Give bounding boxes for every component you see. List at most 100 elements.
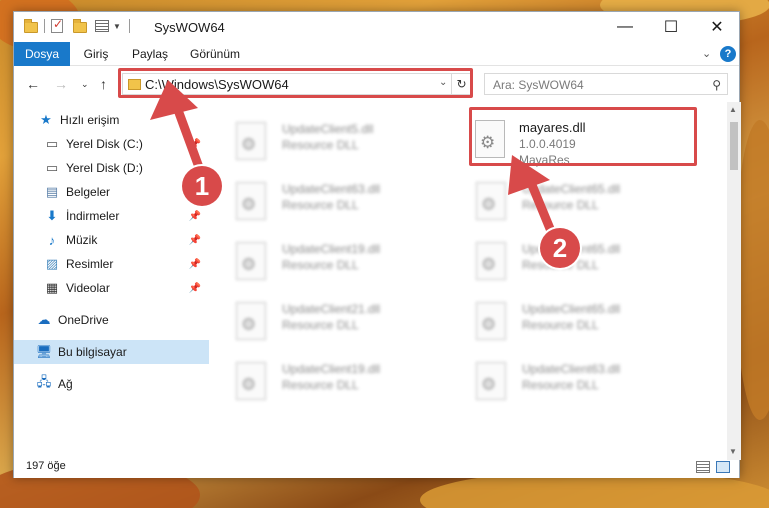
sidebar-item-label: Bu bilgisayar [58,345,127,359]
tiles-view-icon[interactable] [716,461,730,473]
forward-arrow-icon[interactable]: → [54,76,68,92]
folder-icon [24,18,38,33]
ribbon-tabs: Dosya Giriş Paylaş Görünüm ⌄ ? [14,42,739,66]
navigation-pane: ★ Hızlı erişim ▭ Yerel Disk (C:) 📌 ▭ Yer… [14,102,209,460]
videos-icon: ▦ [45,280,59,295]
sidebar-item-this-pc[interactable]: 🖥 Bu bilgisayar [14,340,209,364]
search-box[interactable]: Ara: SysWOW64 ⚲ [484,73,728,95]
address-bar[interactable]: C:\Windows\SysWOW64 ⌄ [122,73,452,95]
sidebar-item-label: Ağ [58,377,73,391]
sidebar-item-pictures[interactable]: ▨ Resimler 📌 [14,252,209,276]
pin-icon: 📌 [188,138,201,150]
file-item[interactable]: ⚙ UpdateClient63.dll Resource DLL [449,352,669,407]
properties-icon[interactable] [95,20,109,32]
properties-check-icon[interactable] [51,17,63,33]
address-dropdown-icon[interactable]: ⌄ [439,77,447,88]
file-item[interactable]: ⚙ UpdateClient21.dll Resource DLL [209,292,429,347]
sidebar-item-documents[interactable]: ▤ Belgeler [14,180,209,204]
drive-icon: ▭ [45,136,59,151]
file-item[interactable]: ⚙ UpdateClient5.dll Resource DLL [209,112,429,167]
details-view-icon[interactable] [696,461,710,473]
dll-file-icon: ⚙ [236,122,266,160]
sidebar-item-network[interactable]: 🖧 Ağ [14,372,209,396]
file-type: Resource DLL [282,138,359,152]
file-name: UpdateClient19.dll [282,242,381,256]
sidebar-item-label: Resimler [66,257,114,271]
folder-icon [128,79,141,90]
new-folder-icon[interactable] [73,18,87,33]
file-type: Resource DLL [282,318,359,332]
title-bar: ▼ SysWOW64 — ☐ ✕ [14,12,739,42]
file-type: Resource DLL [522,318,599,332]
vertical-scrollbar[interactable]: ▲ ▼ [727,102,741,460]
search-icon[interactable]: ⚲ [712,78,721,92]
tab-home[interactable]: Giriş [74,42,118,66]
cloud-icon: ☁ [37,312,51,327]
search-placeholder: Ara: SysWOW64 [493,78,584,92]
minimize-button[interactable]: — [602,12,648,42]
file-version: 1.0.0.4019 [519,137,576,151]
step-badge-2: 2 [540,228,580,268]
sidebar-item-label: Müzik [66,233,98,247]
file-item[interactable]: ⚙ UpdateClient19.dll Resource DLL [209,232,429,287]
drive-icon: ▭ [45,160,59,175]
sidebar-item-onedrive[interactable]: ☁ OneDrive [14,308,209,332]
pin-icon: 📌 [188,258,201,270]
dll-file-icon: ⚙ [475,120,505,158]
explorer-window: ▼ SysWOW64 — ☐ ✕ Dosya Giriş Paylaş Görü… [13,11,741,478]
status-bar: 197 öğe [14,460,739,478]
dll-file-icon: ⚙ [236,362,266,400]
step-badge-1: 1 [182,166,222,206]
file-name: UpdateClient5.dll [282,122,374,136]
address-text: C:\Windows\SysWOW64 [145,77,289,92]
pictures-icon: ▨ [45,256,59,271]
sidebar-item-label: İndirmeler [66,209,120,223]
file-item-mayares-dll[interactable]: ⚙ mayares.dll 1.0.0.4019 MayaRes [445,110,665,167]
dll-file-icon: ⚙ [236,182,266,220]
star-icon: ★ [40,112,52,127]
scroll-up-icon[interactable]: ▲ [729,105,737,114]
dll-file-icon: ⚙ [476,362,506,400]
sidebar-item-label: Yerel Disk (D:) [66,161,143,175]
file-item[interactable]: ⚙ UpdateClient65.dll Resource DLL [449,292,669,347]
dll-file-icon: ⚙ [236,302,266,340]
dll-file-icon: ⚙ [476,302,506,340]
recent-locations-chevron-icon[interactable]: ⌄ [81,79,89,90]
sidebar-item-local-disk-d[interactable]: ▭ Yerel Disk (D:) [14,156,209,180]
pin-icon: 📌 [188,210,201,222]
file-name: UpdateClient19.dll [282,362,381,376]
back-arrow-icon[interactable]: ← [26,76,40,92]
sidebar-item-label: Hızlı erişim [60,113,120,127]
dll-file-icon: ⚙ [236,242,266,280]
refresh-icon[interactable]: ↻ [452,73,472,95]
up-arrow-icon[interactable]: ↑ [100,76,107,92]
file-item[interactable]: ⚙ UpdateClient63.dll Resource DLL [209,172,429,227]
item-count: 197 öğe [26,460,66,472]
computer-icon: 🖥 [35,344,53,359]
toolbar-dropdown-icon[interactable]: ▼ [113,22,121,31]
sidebar-item-label: Videolar [66,281,110,295]
tab-share[interactable]: Paylaş [124,42,176,66]
file-list: ⚙ UpdateClient5.dll Resource DLL ⚙ Updat… [209,102,727,460]
dll-file-icon: ⚙ [476,182,506,220]
help-icon[interactable]: ? [720,46,736,62]
pin-icon: 📌 [188,282,201,294]
close-button[interactable]: ✕ [694,12,740,42]
scroll-down-icon[interactable]: ▼ [729,447,737,456]
maximize-button[interactable]: ☐ [648,12,694,42]
tab-file[interactable]: Dosya [14,42,70,66]
sidebar-item-local-disk-c[interactable]: ▭ Yerel Disk (C:) 📌 [14,132,209,156]
sidebar-item-quick-access[interactable]: ★ Hızlı erişim [14,108,209,132]
file-item[interactable]: ⚙ UpdateClient65.dll Resource DLL [449,172,669,227]
scroll-thumb[interactable] [730,122,738,170]
sidebar-item-music[interactable]: ♪ Müzik 📌 [14,228,209,252]
separator [44,19,45,33]
tab-view[interactable]: Görünüm [184,42,246,66]
file-type: Resource DLL [282,198,359,212]
sidebar-item-videos[interactable]: ▦ Videolar 📌 [14,276,209,300]
sidebar-item-downloads[interactable]: ⬇ İndirmeler 📌 [14,204,209,228]
expand-ribbon-chevron-icon[interactable]: ⌄ [702,47,711,60]
file-name: UpdateClient65.dll [522,302,621,316]
separator [128,19,130,33]
file-item[interactable]: ⚙ UpdateClient19.dll Resource DLL [209,352,429,407]
